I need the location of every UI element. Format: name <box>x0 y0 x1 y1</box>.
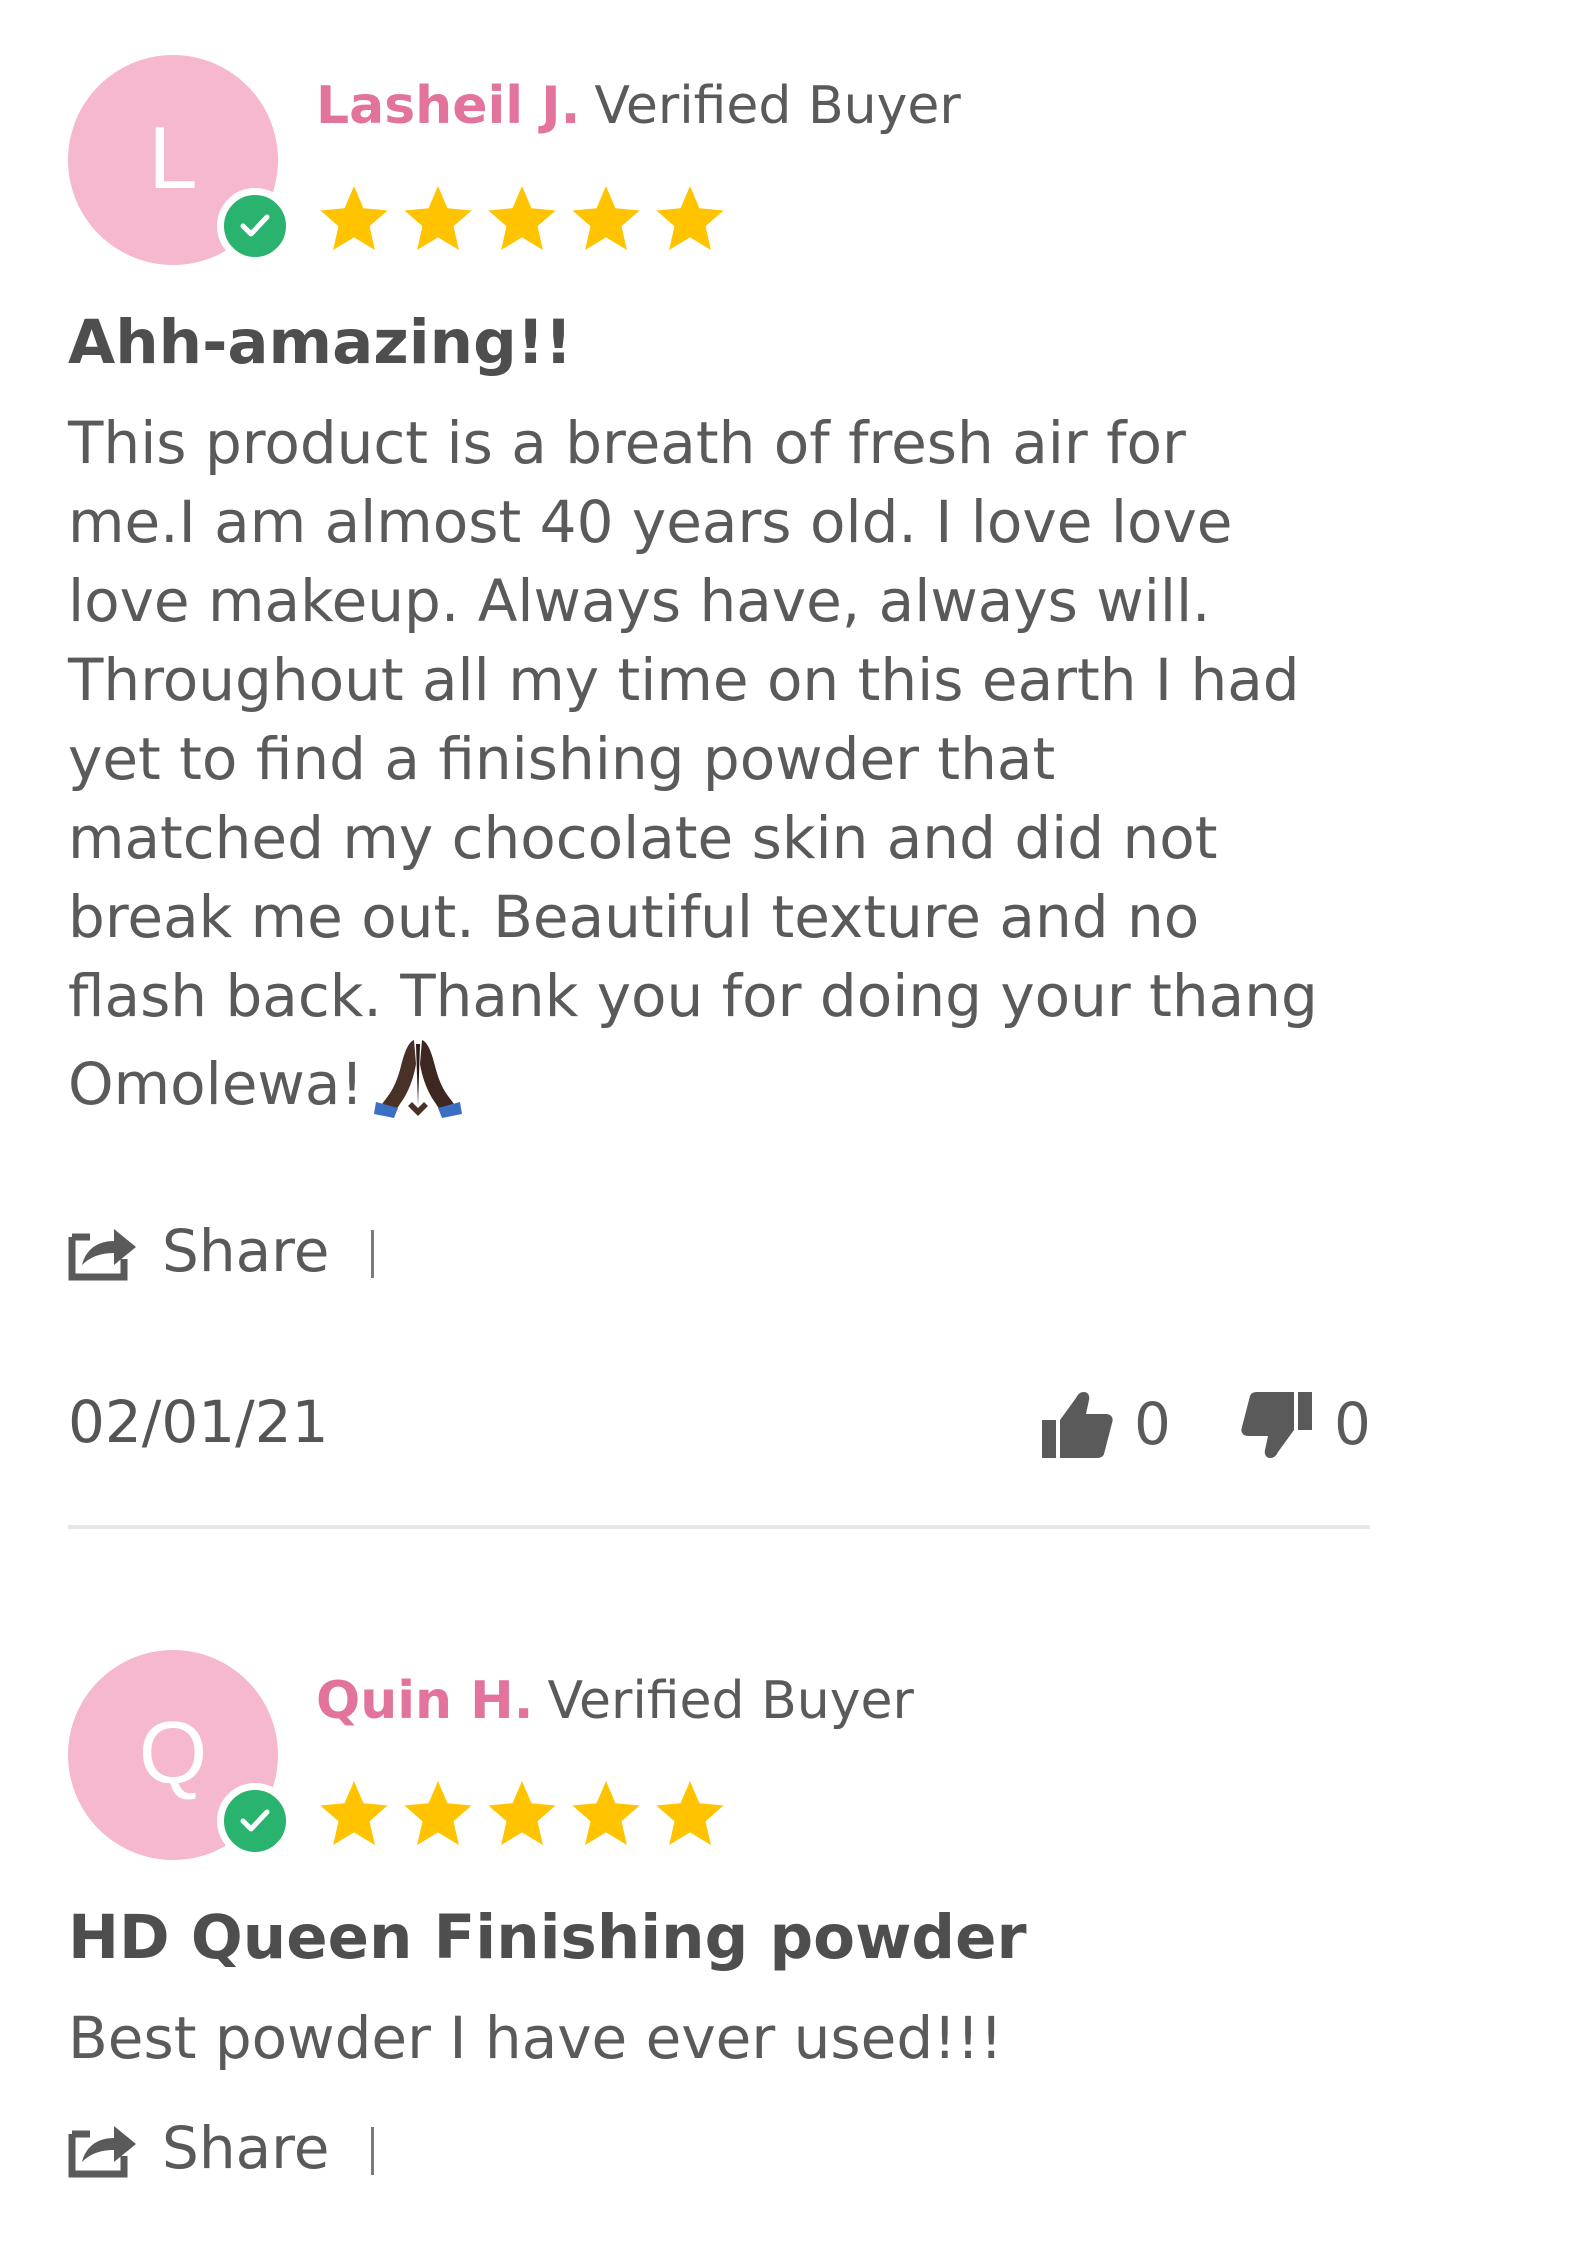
share-divider <box>371 1230 375 1278</box>
review-body-line: me.I am almost 40 years old. I love love <box>68 488 1233 556</box>
star-icon <box>568 1776 644 1852</box>
review-meta: 02/01/21 0 0 <box>68 1382 1371 1462</box>
star-icon <box>316 181 392 257</box>
review-body-line: This product is a breath of fresh air fo… <box>68 409 1186 477</box>
review-body: This product is a breath of fresh air fo… <box>68 404 1378 1124</box>
share-divider <box>371 2127 375 2175</box>
share-button[interactable]: Share <box>68 1213 329 1289</box>
share-icon <box>68 1221 138 1281</box>
review-body-line: break me out. Beautiful texture and no <box>68 883 1200 951</box>
star-icon <box>568 181 644 257</box>
review-body: Best powder I have ever used!!! <box>68 1999 1378 2078</box>
share-icon <box>68 2118 138 2178</box>
downvote-count: 0 <box>1334 1390 1371 1458</box>
star-icon <box>400 181 476 257</box>
review-body-line: flash back. Thank you for doing your tha… <box>68 962 1318 1030</box>
review-body-line: matched my chocolate skin and did not <box>68 804 1218 872</box>
verified-buyer-label: Verified Buyer <box>547 1671 914 1731</box>
review-title: Ahh-amazing!! <box>68 307 573 378</box>
star-rating <box>316 181 736 257</box>
review-body-line: Best powder I have ever used!!! <box>68 2004 1003 2072</box>
review-body-line: love makeup. Always have, always will. <box>68 567 1211 635</box>
star-icon <box>316 1776 392 1852</box>
thumbs-up-icon <box>1042 1392 1113 1458</box>
review-body-last-line: Omolewa! <box>68 1036 1378 1124</box>
review-body-line: Omolewa! <box>68 1050 364 1118</box>
share-row: Share <box>68 2110 375 2186</box>
reviewer-line: Lasheil J. Verified Buyer <box>316 71 961 141</box>
verified-check-icon <box>217 188 293 264</box>
review-title: HD Queen Finishing powder <box>68 1902 1027 1973</box>
star-icon <box>652 181 728 257</box>
star-icon <box>484 181 560 257</box>
review-body-line: Throughout all my time on this earth I h… <box>68 646 1300 714</box>
reviewer-name: Lasheil J. <box>316 76 581 136</box>
share-label: Share <box>162 2114 330 2182</box>
folded-hands-emoji-icon <box>373 1036 462 1118</box>
star-rating <box>316 1776 736 1852</box>
thumbs-down-icon <box>1241 1392 1312 1458</box>
star-icon <box>652 1776 728 1852</box>
upvote-count: 0 <box>1134 1390 1171 1458</box>
review-body-line: yet to find a finishing powder that <box>68 725 1056 793</box>
star-icon <box>484 1776 560 1852</box>
share-button[interactable]: Share <box>68 2110 329 2186</box>
verified-buyer-label: Verified Buyer <box>594 76 961 136</box>
review-separator <box>68 1525 1370 1529</box>
share-row: Share <box>68 1213 375 1289</box>
star-icon <box>400 1776 476 1852</box>
reviewer-line: Quin H. Verified Buyer <box>316 1666 914 1736</box>
share-label: Share <box>162 1217 330 1285</box>
verified-check-icon <box>217 1783 293 1859</box>
review-date: 02/01/21 <box>68 1388 329 1456</box>
reviewer-name: Quin H. <box>316 1671 534 1731</box>
